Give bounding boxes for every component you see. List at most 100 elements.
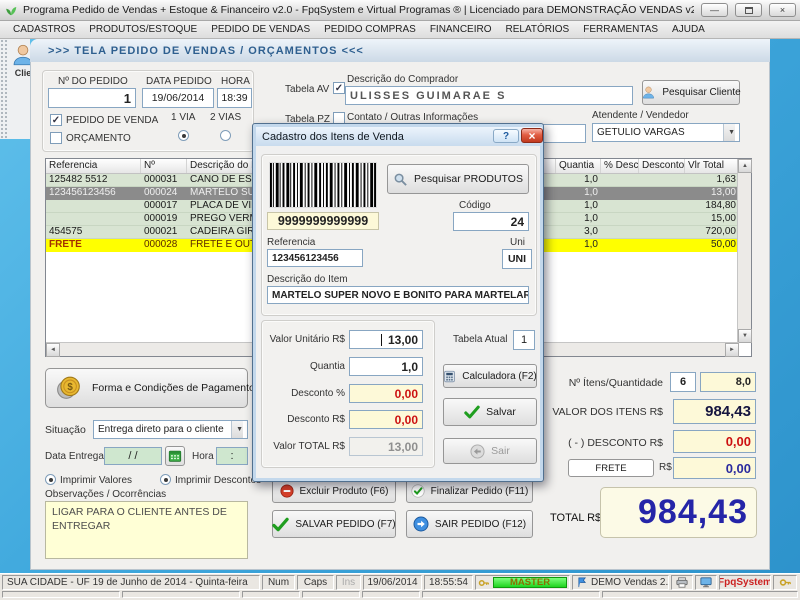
menu-ajuda[interactable]: AJUDA: [665, 22, 712, 37]
grand-total-field: 984,43: [600, 487, 757, 538]
menubar: CADASTROS PRODUTOS/ESTOQUE PEDIDO DE VEN…: [0, 21, 800, 39]
discount-pct-label: Desconto %: [259, 388, 345, 399]
menu-cadastros[interactable]: CADASTROS: [6, 22, 82, 37]
dialog-close-button[interactable]: ×: [521, 128, 543, 143]
status-master-badge: MASTER: [493, 577, 567, 588]
tabela-av-checkbox[interactable]: ✓: [333, 82, 345, 94]
dialog-exit-button[interactable]: Sair: [443, 438, 537, 464]
situation-select[interactable]: Entrega direto para o cliente ▼: [93, 420, 248, 439]
discount-field: 0,00: [673, 430, 756, 453]
freight-button[interactable]: FRETE: [568, 459, 654, 477]
print-values-radio[interactable]: [45, 474, 56, 485]
item-entry-dialog: Cadastro dos Itens de Venda ? × 99999999…: [252, 123, 544, 482]
situation-value: Entrega direto para o cliente: [98, 424, 224, 435]
discount-pct-field[interactable]: 0,00: [349, 384, 423, 403]
dialog-save-button[interactable]: Salvar: [443, 398, 537, 426]
situation-label: Situação: [45, 424, 86, 436]
menu-pedido-de-vendas[interactable]: PEDIDO DE VENDAS: [204, 22, 317, 37]
reference-label: Referencia: [267, 237, 315, 248]
text-caret: [381, 334, 382, 346]
save-order-button[interactable]: SALVAR PEDIDO (F7): [272, 510, 396, 538]
order-number-field[interactable]: 1: [48, 88, 136, 108]
unit-price-field[interactable]: 13,00: [349, 330, 423, 349]
exit-order-button[interactable]: SAIR PEDIDO (F12): [406, 510, 533, 538]
contact-label: Contato / Outras Informações: [347, 112, 478, 123]
item-description-label: Descrição do Item: [267, 274, 348, 285]
calendar-button[interactable]: [165, 446, 185, 466]
status-caps: Caps: [297, 575, 334, 590]
save-order-label: SALVAR PEDIDO (F7): [295, 519, 395, 530]
save-check-icon: [272, 516, 289, 533]
print-discounts-radio[interactable]: [160, 474, 171, 485]
pedido-venda-checkbox[interactable]: ✓: [50, 114, 62, 126]
order-time-field[interactable]: 18:39: [217, 88, 252, 108]
menu-ferramentas[interactable]: FERRAMENTAS: [576, 22, 665, 37]
vertical-scrollbar[interactable]: ▲ ▼: [737, 159, 751, 343]
order-date-field[interactable]: 19/06/2014: [142, 88, 214, 108]
buyer-label: Descrição do Comprador: [347, 74, 458, 85]
status-location: SUA CIDADE - UF 19 de Junho de 2014 - Qu…: [2, 575, 260, 590]
delete-product-button[interactable]: Excluir Produto (F6): [272, 479, 396, 503]
unit-field[interactable]: UNI: [502, 249, 532, 269]
search-products-label: Pesquisar PRODUTOS: [414, 173, 523, 185]
via1-label: 1 VIA: [171, 112, 195, 123]
app-badge-icon: [577, 577, 588, 588]
col-vlrtotal: Vlr Total: [685, 159, 739, 173]
finalize-order-button[interactable]: Finalizar Pedido (F11): [406, 479, 533, 503]
exit-back-icon: [470, 444, 485, 459]
finalize-order-label: Finalizar Pedido (F11): [431, 486, 529, 497]
via2-radio[interactable]: [220, 130, 231, 141]
quantity-field[interactable]: 1,0: [349, 357, 423, 376]
code-field[interactable]: 24: [453, 212, 529, 231]
statusbar: SUA CIDADE - UF 19 de Junho de 2014 - Qu…: [0, 573, 800, 590]
search-products-button[interactable]: Pesquisar PRODUTOS: [387, 164, 529, 194]
menu-relatorios[interactable]: RELATÓRIOS: [499, 22, 577, 37]
print-discounts-label: Imprimir Descontos: [175, 475, 261, 486]
exit-arrow-icon: [413, 516, 429, 532]
quantity-label: Quantia: [259, 361, 345, 372]
calculator-label: Calculadora (F2): [462, 371, 536, 382]
attendant-select[interactable]: GETULIO VARGAS ▼: [592, 123, 740, 142]
dialog-help-button[interactable]: ?: [493, 129, 519, 143]
close-button[interactable]: ×: [769, 3, 796, 17]
menu-financeiro[interactable]: FINANCEIRO: [423, 22, 499, 37]
reference-field[interactable]: 123456123456: [267, 249, 363, 267]
calculator-icon: [443, 370, 456, 383]
printer-icon[interactable]: [671, 575, 693, 590]
via1-radio[interactable]: [178, 130, 189, 141]
item-description-field[interactable]: MARTELO SUPER NOVO E BONITO PARA MARTELA…: [267, 286, 529, 304]
desktop: Programa Pedido de Vendas + Estoque & Fi…: [0, 0, 800, 600]
observations-label: Observações / Ocorrências: [45, 489, 166, 500]
scroll-down-icon[interactable]: ▼: [738, 329, 752, 343]
minimize-button[interactable]: —: [701, 3, 728, 17]
col-referencia: Referencia: [46, 159, 141, 173]
observations-textarea[interactable]: LIGAR PARA O CLIENTE ANTES DE ENTREGAR: [45, 501, 248, 559]
menu-produtos-estoque[interactable]: PRODUTOS/ESTOQUE: [82, 22, 204, 37]
delivery-date-field[interactable]: / /: [104, 447, 162, 465]
calculator-button[interactable]: Calculadora (F2): [443, 364, 537, 388]
buyer-field[interactable]: ULISSES GUIMARAE S: [345, 86, 633, 105]
left-dock: Clie: [0, 39, 30, 139]
current-table-field: 1: [513, 330, 535, 350]
scroll-right-icon[interactable]: ►: [725, 343, 739, 357]
save-check-icon: [464, 404, 480, 420]
via2-label: 2 VIAS: [210, 112, 241, 123]
monitor-icon[interactable]: [695, 575, 717, 590]
scroll-up-icon[interactable]: ▲: [738, 159, 752, 173]
freight-field[interactable]: 0,00: [673, 457, 756, 479]
search-client-button[interactable]: Pesquisar Cliente: [642, 80, 740, 105]
discount-rs-field[interactable]: 0,00: [349, 410, 423, 429]
search-client-label: Pesquisar Cliente: [662, 87, 740, 98]
restore-button[interactable]: [735, 3, 762, 17]
menu-pedido-compras[interactable]: PEDIDO COMPRAS: [317, 22, 423, 37]
exit-order-label: SAIR PEDIDO (F12): [435, 519, 526, 530]
coin-icon: $: [56, 375, 82, 401]
tabela-av-label: Tabela AV: [285, 84, 329, 95]
orcamento-checkbox[interactable]: [50, 132, 62, 144]
substatus-bar: [0, 590, 800, 600]
payment-terms-button[interactable]: $ Forma e Condições de Pagamento: [45, 368, 248, 408]
scroll-left-icon[interactable]: ◄: [46, 343, 60, 357]
delete-product-label: Excluir Produto (F6): [300, 486, 389, 497]
print-values-label: Imprimir Valores: [60, 475, 132, 486]
delivery-time-field[interactable]: :: [216, 447, 248, 465]
